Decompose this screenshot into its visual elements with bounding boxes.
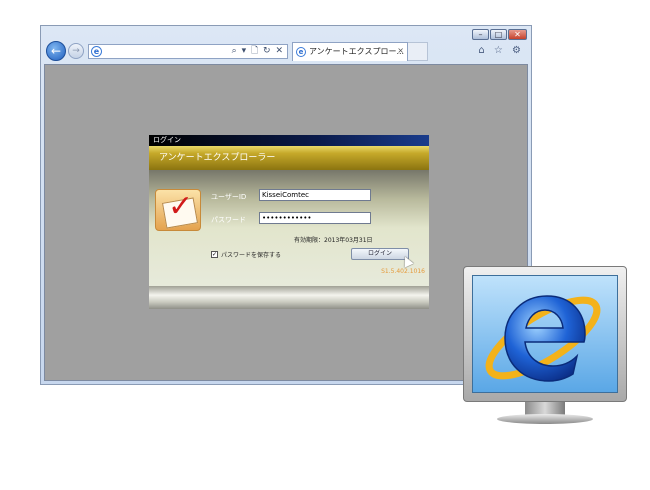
save-password-label[interactable]: パスワードを保存する xyxy=(221,250,281,259)
expiry-date-text: 有効期限：2013年03月31日 xyxy=(294,237,373,244)
browser-content: ログイン アンケートエクスプローラー ✓ ユーザーID パスワード ••••••… xyxy=(44,64,528,381)
home-favorites-settings-icons[interactable]: ⌂ ☆ ⚙ xyxy=(478,45,524,56)
address-tools-icons[interactable]: ⌕ ▾ 🗋 ↻ ✕ xyxy=(232,45,284,58)
monitor-illustration xyxy=(463,266,627,428)
save-password-option[interactable]: ✓ パスワードを保存する xyxy=(211,250,281,259)
dialog-title-bar: ログイン xyxy=(149,135,429,146)
dialog-footer xyxy=(149,286,429,309)
monitor-base xyxy=(497,414,593,424)
monitor-frame xyxy=(463,266,627,402)
login-dialog: ログイン アンケートエクスプローラー ✓ ユーザーID パスワード ••••••… xyxy=(149,135,429,309)
address-bar[interactable]: e ⌕ ▾ 🗋 ↻ ✕ xyxy=(88,44,288,59)
new-tab-button[interactable] xyxy=(408,42,428,61)
checkmark-logo-icon: ✓ xyxy=(155,189,201,231)
login-form: ✓ ユーザーID パスワード •••••••••••• 有効期限：2013年03… xyxy=(149,170,429,286)
tab-title: アンケートエクスプロー... xyxy=(309,47,405,56)
forward-arrow-icon[interactable]: → xyxy=(68,43,84,59)
ie-favicon-icon: e xyxy=(296,47,306,57)
internet-explorer-logo-icon xyxy=(485,295,601,382)
browser-window: – □ ✕ ← → e ⌕ ▾ 🗋 ↻ ✕ e アンケートエクスプロー... ×… xyxy=(40,25,532,385)
version-text: S1.5.402.1016 xyxy=(381,268,425,275)
user-id-label: ユーザーID xyxy=(211,193,247,201)
ie-favicon-icon: e xyxy=(91,46,102,57)
navigation-bar: ← → e ⌕ ▾ 🗋 ↻ ✕ e アンケートエクスプロー... × ⌂ ☆ ⚙ xyxy=(44,39,528,63)
password-label: パスワード xyxy=(211,216,246,224)
save-password-checkbox[interactable]: ✓ xyxy=(211,251,218,258)
monitor-screen xyxy=(472,275,618,393)
mouse-cursor-icon xyxy=(400,254,414,268)
tab-close-icon[interactable]: × xyxy=(397,46,404,55)
user-id-input[interactable] xyxy=(259,189,371,201)
app-title: アンケートエクスプローラー xyxy=(149,146,429,170)
password-input[interactable]: •••••••••••• xyxy=(259,212,371,224)
back-arrow-icon[interactable]: ← xyxy=(46,41,66,61)
browser-tab[interactable]: e アンケートエクスプロー... × xyxy=(292,42,408,61)
